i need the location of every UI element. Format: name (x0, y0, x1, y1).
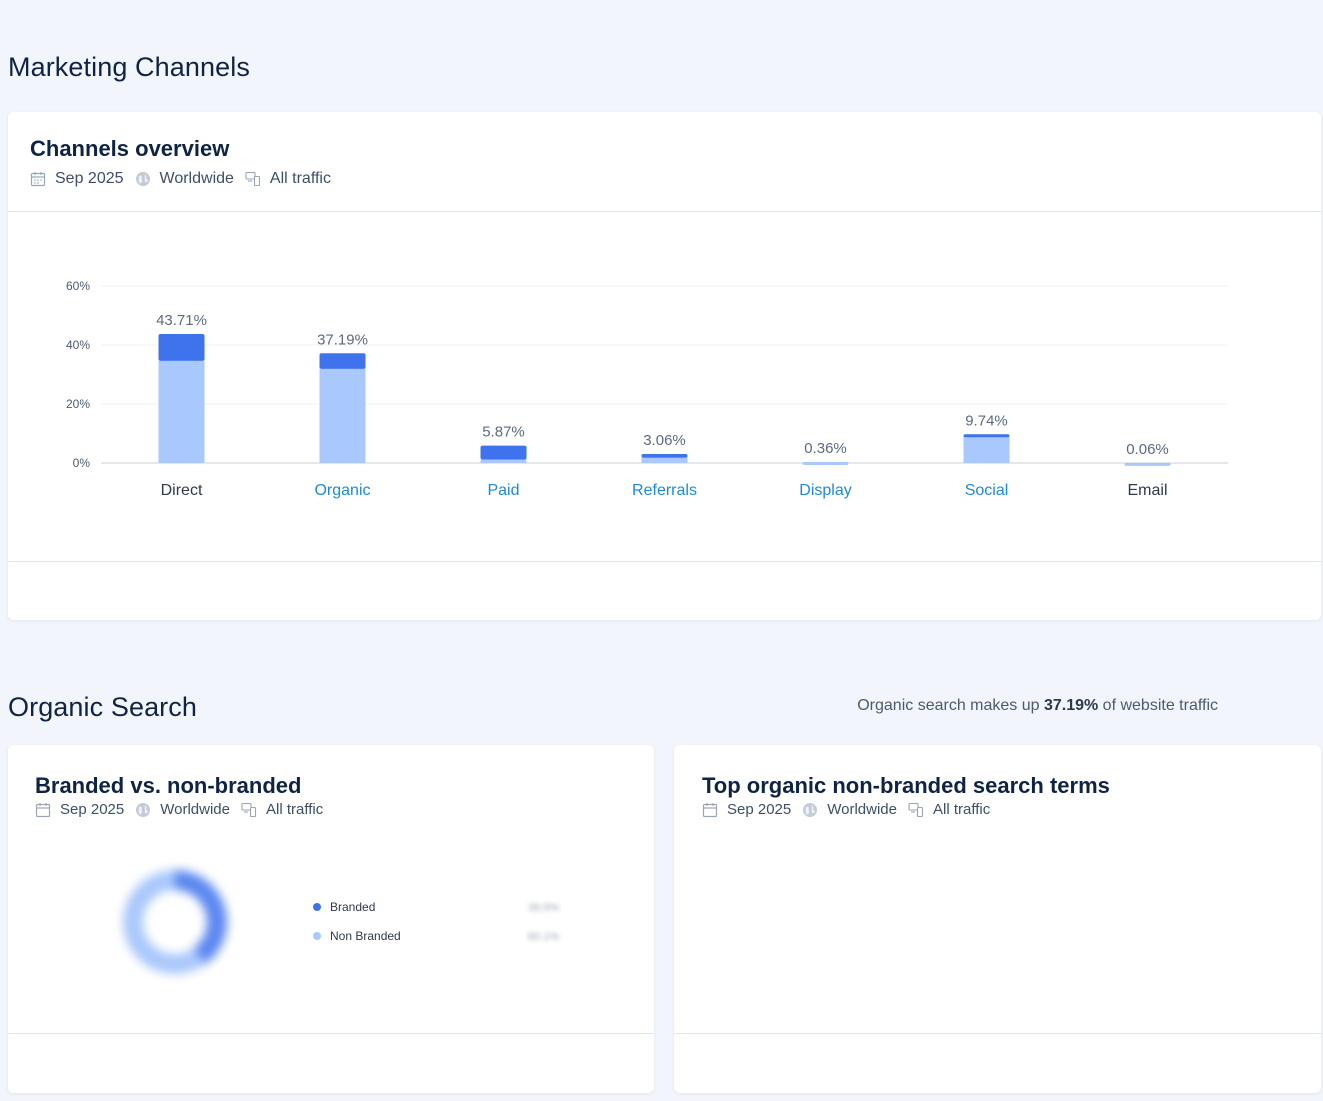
legend-non-branded-dot (313, 932, 321, 940)
traffic-label: All traffic (269, 170, 331, 187)
bar-segment-referrals (641, 453, 688, 458)
region-label: Worldwide (160, 801, 230, 818)
channels-overview-meta: Sep 2025 Worldwide All traffic (30, 170, 342, 188)
channels-overview-title: Channels overview (30, 136, 230, 161)
devices-icon (908, 802, 924, 817)
bar-segment-paid (480, 459, 527, 463)
bar-segment-display (802, 461, 849, 465)
date-label: Sep 2025 (55, 170, 124, 187)
y-tick-label: 20% (66, 397, 90, 411)
date-label: Sep 2025 (60, 801, 125, 818)
calendar-icon (702, 802, 718, 817)
bar-value-label: 3.06% (643, 432, 686, 449)
globe-icon (803, 802, 818, 817)
bar-segment-direct (158, 334, 205, 361)
bar-segment-paid (480, 445, 527, 460)
bar-segment-email (1124, 462, 1171, 466)
organic-share-note: Organic search makes up 37.19% of websit… (857, 697, 1218, 715)
globe-icon (135, 172, 150, 186)
marketing-channels-heading: Marketing Channels (8, 52, 250, 82)
y-tick-label: 0% (73, 456, 91, 470)
legend-branded-label: Branded (330, 900, 376, 914)
terms-card-title: Top organic non-branded search terms (702, 773, 1110, 798)
category-label-direct: Direct (161, 482, 203, 499)
bar-segment-social (963, 436, 1010, 463)
legend-branded-value: 39.9% (528, 902, 560, 914)
date-label: Sep 2025 (727, 801, 792, 818)
devices-icon (241, 802, 257, 817)
category-label-paid[interactable]: Paid (487, 482, 519, 499)
region-label: Worldwide (159, 170, 234, 187)
traffic-label: All traffic (265, 801, 324, 818)
branded-donut-chart (123, 870, 227, 974)
top-search-terms-card: Top organic non-branded search terms Sep… (674, 745, 1321, 1093)
card-footer-divider (8, 1033, 654, 1034)
category-label-email: Email (1127, 482, 1167, 499)
organic-note-prefix: Organic search makes up (857, 697, 1044, 714)
calendar-icon (30, 172, 46, 187)
bar-value-label: 5.87% (482, 424, 525, 441)
category-label-social[interactable]: Social (965, 482, 1009, 499)
legend-non-branded-label: Non Branded (330, 929, 401, 943)
devices-icon (245, 171, 260, 187)
terms-card-meta: Sep 2025 Worldwide All traffic (702, 801, 1001, 818)
bar-segment-organic (319, 353, 366, 369)
legend-branded-dot (313, 903, 321, 911)
bar-value-label: 0.36% (804, 440, 847, 457)
organic-note-value: 37.19% (1043, 697, 1099, 714)
bar-segment-direct (158, 360, 205, 463)
traffic-label: All traffic (932, 801, 991, 818)
y-tick-label: 40% (66, 338, 90, 352)
bar-segment-referrals (641, 457, 688, 463)
region-label: Worldwide (827, 801, 897, 818)
bar-segment-social (963, 434, 1010, 438)
channels-bar-chart: 0% 20% 40% 60% 43.71% Direct 37.19% Organic 5.87… (66, 279, 1228, 499)
branded-card-title: Branded vs. non-branded (35, 773, 302, 798)
bar-segment-organic (319, 368, 366, 463)
category-label-organic[interactable]: Organic (314, 482, 370, 499)
bar-value-label: 9.74% (965, 412, 1008, 429)
legend-non-branded: Non Branded (313, 929, 401, 943)
category-label-display[interactable]: Display (799, 482, 851, 499)
branded-vs-nonbranded-card: Branded vs. non-branded Sep 2025 Worldwi… (8, 745, 654, 1093)
card-footer-divider (8, 561, 1321, 562)
y-tick-label: 60% (66, 279, 90, 293)
bar-value-label: 37.19% (317, 331, 368, 348)
card-footer-divider (674, 1033, 1321, 1034)
branded-card-meta: Sep 2025 Worldwide All traffic (35, 801, 334, 818)
bar-value-label: 43.71% (156, 312, 207, 329)
legend-non-branded-value: 60.1% (528, 931, 560, 943)
channels-overview-card: Channels overview Sep 2025 Worldwide All… (8, 112, 1321, 620)
bar-value-label: 0.06% (1126, 441, 1169, 458)
organic-search-heading: Organic Search (8, 692, 197, 722)
category-label-referrals[interactable]: Referrals (632, 482, 697, 499)
organic-note-suffix: of website traffic (1098, 697, 1218, 714)
legend-branded: Branded (313, 900, 375, 914)
globe-icon (136, 802, 151, 817)
calendar-icon (35, 802, 51, 817)
